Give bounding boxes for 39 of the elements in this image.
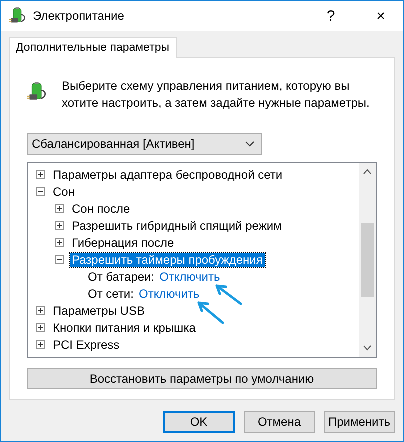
collapse-icon[interactable] (36, 187, 45, 196)
expand-icon[interactable] (36, 323, 45, 332)
battery-plug-icon (9, 7, 27, 25)
setting-value-link[interactable]: Отключить (160, 270, 220, 284)
annotation-arrow (196, 300, 224, 324)
dialog-button[interactable]: Отмена (244, 411, 315, 433)
collapse-icon[interactable] (55, 255, 64, 264)
setting-label: От сети: (88, 286, 134, 300)
description-text: Выберите схему управления питанием, которую вы хотите настроить, а затем задайте нужные параметры. (62, 78, 371, 112)
close-button[interactable]: × (359, 1, 403, 31)
setting-label: От батареи: (88, 270, 155, 284)
expand-icon[interactable] (55, 204, 64, 213)
tree-item[interactable]: PCI Express (51, 338, 122, 352)
scrollbar[interactable] (359, 163, 376, 357)
window-title: Электропитание (33, 9, 126, 23)
plan-dropdown[interactable]: Сбалансированная [Активен] (27, 133, 262, 155)
tree-item[interactable]: Кнопки питания и крышка (51, 320, 198, 334)
expand-icon[interactable] (55, 238, 64, 247)
chevron-down-icon (245, 141, 255, 147)
setting-value-link[interactable]: Отключить (138, 286, 200, 300)
tree-item[interactable]: Гибернация после (70, 236, 176, 250)
tree-item[interactable]: Разрешить гибридный спящий режим (70, 218, 284, 232)
expand-icon[interactable] (55, 221, 64, 230)
tree-item[interactable]: Разрешить таймеры пробуждения (70, 252, 265, 266)
dialog-button[interactable]: OK (163, 411, 235, 433)
expand-icon[interactable] (36, 340, 45, 349)
tree-item[interactable]: Сон после (70, 202, 132, 216)
tab[interactable]: Дополнительные параметры (9, 37, 176, 58)
chevron-up-icon[interactable] (363, 169, 372, 175)
tree-item[interactable]: Параметры адаптера беспроводной сети (51, 168, 285, 182)
help-button[interactable]: ? (309, 1, 353, 31)
tree-item[interactable]: Сон (51, 184, 77, 198)
dialog-button[interactable]: Применить (324, 411, 395, 433)
expand-icon[interactable] (36, 306, 45, 315)
annotation-arrow (214, 283, 242, 305)
restore-defaults-button[interactable]: Восстановить параметры по умолчанию (27, 368, 377, 389)
chevron-down-icon[interactable] (363, 345, 372, 351)
expand-icon[interactable] (36, 170, 45, 179)
tree-item[interactable]: Параметры USB (51, 304, 147, 318)
